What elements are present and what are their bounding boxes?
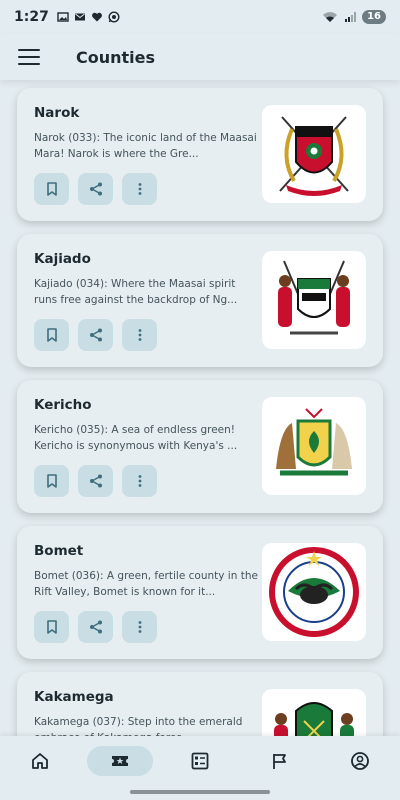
more-vert-icon [138,329,141,341]
nav-account[interactable] [327,746,393,776]
county-description: Narok (033): The iconic land of the Maas… [34,132,257,160]
flag-icon [273,754,286,769]
whatsapp-icon [108,11,120,23]
bookmark-icon [46,182,57,196]
card-actions [34,611,157,643]
bookmark-icon [46,328,57,342]
kajiado-coat-of-arms-icon [278,260,350,335]
county-name: Bomet [34,543,84,559]
battery-indicator: 16 [362,10,386,24]
county-card-kajiado[interactable]: Kajiado Kajiado (034): Where the Maasai … [17,234,383,367]
share-icon [89,182,102,196]
county-list[interactable]: Narok Narok (033): The iconic land of th… [0,80,400,736]
nav-list[interactable] [167,746,233,776]
county-description: Kajiado (034): Where the Maasai spirit r… [34,278,238,306]
county-crest-image [262,251,366,349]
home-icon [32,753,48,769]
more-vert-icon [138,183,141,195]
county-description: Bomet (036): A green, fertile county in … [34,570,258,598]
more-vert-icon [138,475,141,487]
app-bar: Counties [0,34,400,80]
share-button[interactable] [78,611,113,643]
share-icon [89,474,102,488]
hamburger-menu-icon[interactable] [18,49,40,65]
card-actions [34,465,157,497]
more-options-button[interactable] [122,611,157,643]
gallery-icon [57,12,69,22]
mail-icon [74,13,85,21]
narok-coat-of-arms-icon [279,116,349,196]
share-button[interactable] [78,465,113,497]
county-name: Narok [34,105,80,121]
bookmark-icon [46,474,57,488]
bookmark-button[interactable] [34,611,69,643]
county-crest-image [262,397,366,495]
county-card-bomet[interactable]: Bomet Bomet (036): A green, fertile coun… [17,526,383,659]
county-card-kericho[interactable]: Kericho Kericho (035): A sea of endless … [17,380,383,513]
heart-icon [91,12,102,22]
share-button[interactable] [78,319,113,351]
county-name: Kericho [34,397,92,413]
share-icon [89,328,102,342]
bookmark-button[interactable] [34,319,69,351]
status-system-icons: 16 [322,10,386,24]
more-vert-icon [138,621,141,633]
card-actions [34,173,157,205]
more-options-button[interactable] [122,465,157,497]
nav-home[interactable] [7,746,73,776]
status-bar: 1:27 16 [0,0,400,34]
county-crest-image [262,543,366,641]
nav-flag[interactable] [247,746,313,776]
bookmark-button[interactable] [34,465,69,497]
home-indicator[interactable] [130,790,270,794]
status-notification-icons [57,11,120,23]
county-crest-image [262,689,366,736]
county-description: Kakamega (037): Step into the emerald em… [34,716,243,736]
signal-icon [345,12,357,22]
card-actions [34,319,157,351]
page-title: Counties [76,47,156,67]
county-card-narok[interactable]: Narok Narok (033): The iconic land of th… [17,88,383,221]
bookmark-icon [46,620,57,634]
wifi-icon [323,12,338,22]
share-button[interactable] [78,173,113,205]
county-description: Kericho (035): A sea of endless green! K… [34,424,238,452]
more-options-button[interactable] [122,173,157,205]
list-grid-icon [191,752,209,770]
status-time: 1:27 [14,9,49,25]
kericho-coat-of-arms-icon [276,408,352,476]
bookmark-button[interactable] [34,173,69,205]
share-icon [89,620,102,634]
nav-counties[interactable] [87,746,153,776]
kakamega-coat-of-arms-icon [274,702,354,736]
county-name: Kakamega [34,689,114,705]
county-name: Kajiado [34,251,91,267]
county-card-kakamega[interactable]: Kakamega Kakamega (037): Step into the e… [17,672,383,736]
account-circle-icon [351,752,369,770]
bomet-coat-of-arms-icon [269,547,359,637]
county-crest-image [262,105,366,203]
more-options-button[interactable] [122,319,157,351]
ticket-star-icon [112,756,128,766]
